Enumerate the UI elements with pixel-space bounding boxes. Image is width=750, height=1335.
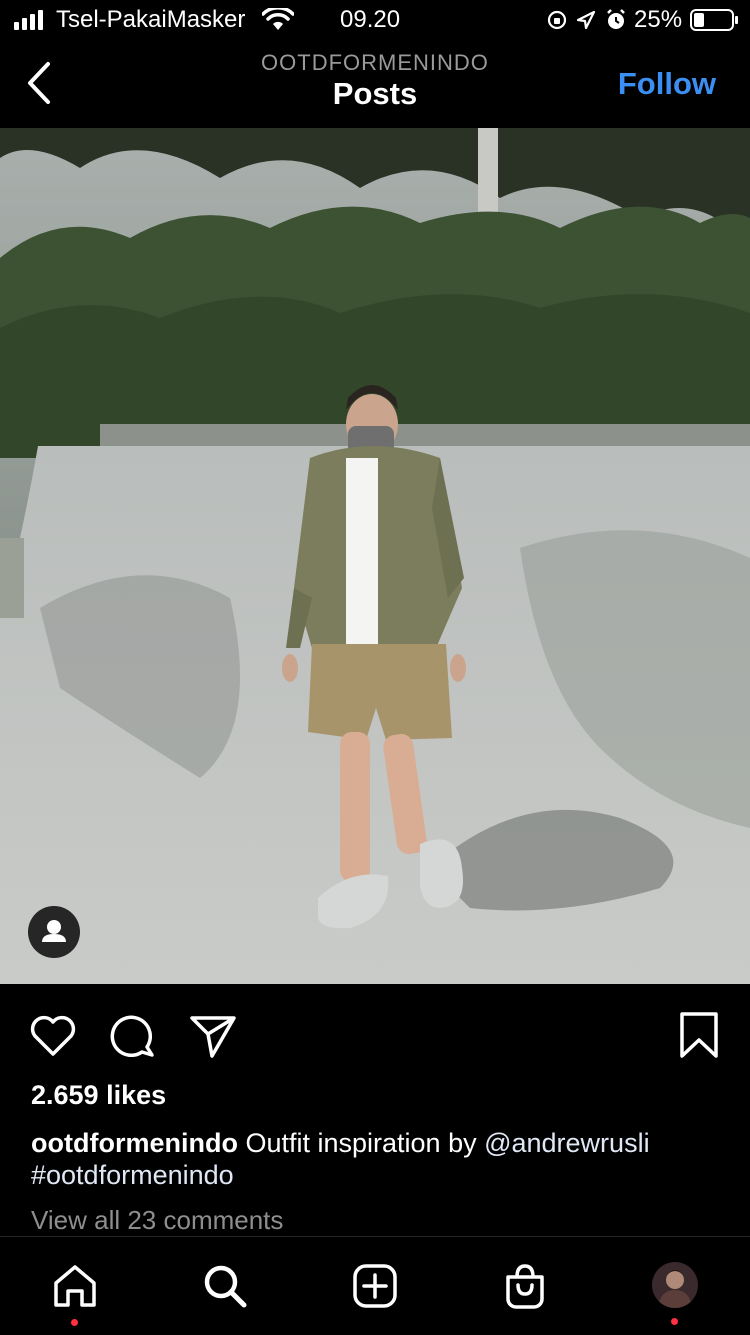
heart-icon[interactable] <box>28 1010 78 1060</box>
location-icon <box>576 10 596 30</box>
caption-username[interactable]: ootdformenindo <box>31 1128 238 1158</box>
wifi-icon <box>262 8 294 30</box>
profile-avatar[interactable] <box>652 1262 698 1308</box>
caption-text: Outfit inspiration by <box>237 1128 485 1158</box>
carrier-name: Tsel-PakaiMasker <box>56 6 246 33</box>
post-photo[interactable] <box>0 128 750 984</box>
battery-percent: 25% <box>634 6 683 33</box>
orientation-lock-icon <box>547 10 567 30</box>
post-image <box>0 128 750 984</box>
caption-hashtag[interactable]: #ootdformenindo <box>31 1160 234 1190</box>
new-post-icon[interactable] <box>350 1261 400 1311</box>
alarm-icon <box>607 9 625 29</box>
caption-mention[interactable]: @andrewrusli <box>484 1128 649 1158</box>
battery-icon <box>690 9 738 31</box>
status-icons <box>547 9 625 30</box>
likes-count[interactable]: 2.659 likes <box>31 1080 166 1111</box>
bottom-tab-bar <box>0 1236 750 1335</box>
view-comments-link[interactable]: View all 23 comments <box>31 1205 283 1236</box>
comment-bubble-icon[interactable] <box>108 1010 158 1060</box>
clock: 09.20 <box>340 6 401 33</box>
profile-notification-dot <box>671 1318 678 1325</box>
signal-icon <box>14 10 43 30</box>
home-icon[interactable] <box>50 1261 100 1311</box>
person-icon[interactable] <box>28 906 80 958</box>
status-bar: Tsel-PakaiMasker 09.20 25% <box>0 0 750 40</box>
nav-header: OOTDFORMENINDO Posts Follow <box>0 40 750 128</box>
home-notification-dot <box>71 1319 78 1326</box>
follow-button[interactable]: Follow <box>618 66 716 102</box>
bookmark-icon[interactable] <box>674 1010 724 1060</box>
shop-bag-icon[interactable] <box>500 1261 550 1311</box>
search-icon[interactable] <box>200 1261 250 1311</box>
post-actions <box>0 1000 750 1070</box>
post-caption: ootdformenindo Outfit inspiration by @an… <box>31 1127 721 1191</box>
paper-plane-icon[interactable] <box>188 1010 238 1060</box>
